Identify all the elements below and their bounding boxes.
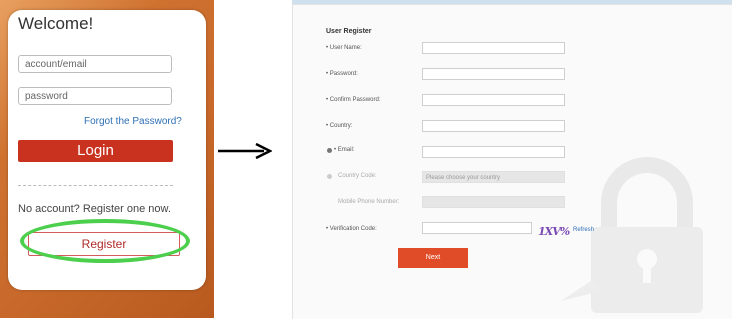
password-input[interactable]: password xyxy=(18,87,172,105)
padlock-watermark-icon xyxy=(561,157,703,313)
verification-code-input[interactable] xyxy=(422,222,532,234)
mobile-phone-label: Mobile Phone Number: xyxy=(338,199,400,205)
email-radio[interactable] xyxy=(327,148,332,153)
refresh-captcha-link[interactable]: Refresh xyxy=(573,227,594,233)
user-name-label: • User Name: xyxy=(326,45,362,51)
account-input[interactable]: account/email xyxy=(18,55,172,73)
email-label: • Email: xyxy=(334,147,355,153)
mobile-phone-input[interactable] xyxy=(422,196,565,208)
register-title: User Register xyxy=(326,28,372,35)
login-button[interactable]: Login xyxy=(18,140,173,162)
divider xyxy=(18,185,173,186)
country-code-label: Country Code: xyxy=(338,173,377,179)
user-name-input[interactable] xyxy=(422,42,565,54)
country-select[interactable] xyxy=(422,120,565,132)
confirm-password-label: • Confirm Password: xyxy=(326,97,381,103)
no-account-text: No account? Register one now. xyxy=(18,203,171,215)
confirm-password-input[interactable] xyxy=(422,94,565,106)
email-input[interactable] xyxy=(422,146,565,158)
next-button[interactable]: Next xyxy=(398,248,468,268)
register-button[interactable]: Register xyxy=(28,232,180,256)
welcome-heading: Welcome! xyxy=(18,14,94,33)
verification-code-label: • Verification Code: xyxy=(326,226,377,232)
password-input-register[interactable] xyxy=(422,68,565,80)
phone-radio[interactable] xyxy=(327,174,332,179)
forgot-password-link[interactable]: Forgot the Password? xyxy=(84,116,182,127)
password-label: • Password: xyxy=(326,71,358,77)
country-code-select[interactable]: Please choose your country xyxy=(422,171,565,183)
country-label: • Country: xyxy=(326,123,353,129)
right-arrow-icon xyxy=(218,143,272,159)
captcha-image: 1XV% xyxy=(538,225,570,238)
